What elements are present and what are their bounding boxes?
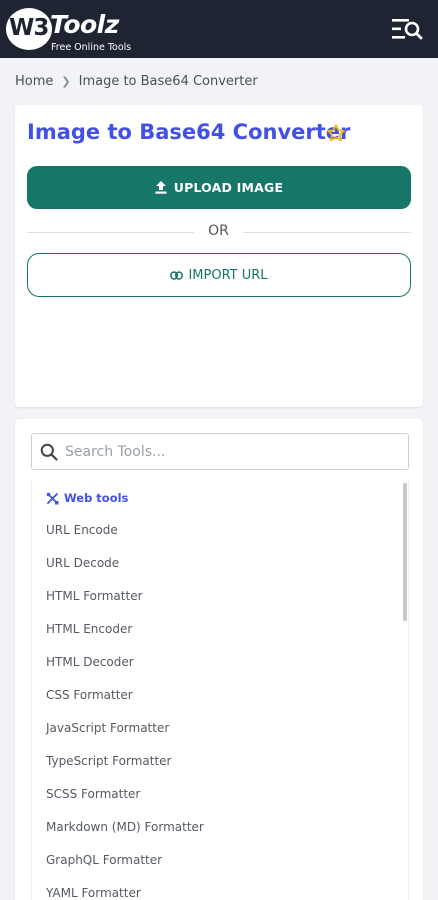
- category-web-tools: Web tools: [46, 491, 128, 505]
- upload-image-label: UPLOAD IMAGE: [173, 180, 284, 195]
- tool-html-encoder[interactable]: HTML Encoder: [46, 622, 132, 636]
- tool-html-formatter[interactable]: HTML Formatter: [46, 589, 143, 603]
- upload-image-button[interactable]: UPLOAD IMAGE: [27, 166, 411, 209]
- tool-url-decode[interactable]: URL Decode: [46, 556, 119, 570]
- tool-javascript-formatter[interactable]: JavaScript Formatter: [46, 721, 169, 735]
- site-logo[interactable]: W3 Toolz Free Online Tools: [6, 6, 136, 54]
- tool-markdown-formatter[interactable]: Markdown (MD) Formatter: [46, 820, 204, 834]
- menu-search-icon: [392, 19, 423, 40]
- tools-list-scrollbar[interactable]: [403, 483, 407, 621]
- link-icon: [170, 270, 184, 280]
- tool-yaml-formatter[interactable]: YAML Formatter: [46, 886, 141, 900]
- tool-css-formatter[interactable]: CSS Formatter: [46, 688, 133, 702]
- tools-list: Web tools URL Encode URL Decode HTML For…: [31, 479, 409, 900]
- logo-tagline: Free Online Tools: [51, 42, 132, 53]
- search-tools-input[interactable]: [65, 435, 401, 468]
- converter-card: Image to Base64 Converter UPLOAD IMAGE O…: [15, 105, 423, 407]
- breadcrumb: Home ❯ Image to Base64 Converter: [15, 74, 258, 89]
- import-url-button[interactable]: IMPORT URL: [27, 253, 411, 297]
- tool-scss-formatter[interactable]: SCSS Formatter: [46, 787, 140, 801]
- tools-icon: [46, 492, 59, 504]
- tool-url-encode[interactable]: URL Encode: [46, 523, 118, 537]
- favorite-star-icon[interactable]: [326, 123, 346, 143]
- divider-line-left: [27, 232, 194, 233]
- logo-mark: W3: [9, 15, 49, 41]
- logo-name: Toolz: [50, 10, 119, 39]
- category-label: Web tools: [64, 491, 129, 505]
- tools-card: Web tools URL Encode URL Decode HTML For…: [15, 419, 423, 900]
- divider-line-right: [243, 232, 411, 233]
- tool-graphql-formatter[interactable]: GraphQL Formatter: [46, 853, 162, 867]
- or-label: OR: [208, 223, 229, 239]
- or-divider: OR: [27, 222, 411, 242]
- breadcrumb-chevron-icon: ❯: [61, 75, 71, 88]
- upload-icon: [155, 181, 167, 194]
- tool-typescript-formatter[interactable]: TypeScript Formatter: [46, 754, 172, 768]
- top-navbar: W3 Toolz Free Online Tools: [0, 0, 438, 58]
- page-title: Image to Base64 Converter: [27, 120, 351, 144]
- breadcrumb-home[interactable]: Home: [15, 74, 53, 89]
- tool-html-decoder[interactable]: HTML Decoder: [46, 655, 134, 669]
- search-tools-box[interactable]: [31, 433, 409, 470]
- import-url-label: IMPORT URL: [188, 267, 268, 283]
- breadcrumb-current: Image to Base64 Converter: [78, 74, 258, 89]
- menu-search-button[interactable]: [390, 16, 424, 42]
- search-icon: [40, 443, 58, 461]
